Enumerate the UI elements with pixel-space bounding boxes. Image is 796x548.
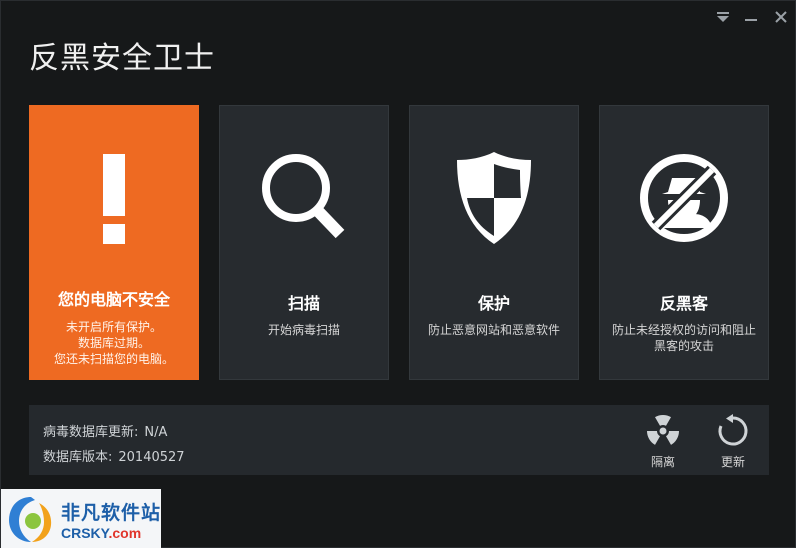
shield-icon (410, 148, 578, 248)
protect-title: 保护 (477, 294, 510, 313)
magnifier-icon (220, 148, 388, 248)
watermark-en-suffix: .com (108, 524, 142, 541)
scan-title: 扫描 (287, 294, 320, 313)
virus-db-update-value: N/A (144, 425, 168, 440)
anti-hacker-desc-line: 防止未经授权的访问和阻止 (611, 323, 756, 337)
protect-desc: 防止恶意网站和恶意软件 (420, 322, 568, 338)
update-button[interactable]: 更新 (711, 413, 755, 469)
update-label: 更新 (720, 455, 745, 469)
db-version-row: 数据库版本: 20140527 (43, 446, 185, 465)
status-desc-line: 数据库过期。 (77, 336, 150, 350)
close-icon (775, 11, 787, 23)
app-title: 反黑安全卫士 (29, 41, 215, 76)
status-title: 您的电脑不安全 (57, 290, 170, 309)
watermark-en: CRSKY.com (61, 525, 161, 541)
scan-desc: 开始病毒扫描 (230, 322, 378, 338)
virus-db-update-label: 病毒数据库更新: (43, 425, 139, 440)
anti-hacker-desc: 防止未经授权的访问和阻止 黑客的攻击 (610, 322, 758, 354)
scan-desc-line: 开始病毒扫描 (267, 323, 340, 337)
scan-tile[interactable]: 扫描 开始病毒扫描 (219, 105, 389, 380)
crsky-logo-icon (9, 497, 52, 542)
status-tile[interactable]: 您的电脑不安全 未开启所有保护。 数据库过期。 您还未扫描您的电脑。 (29, 105, 199, 380)
dropdown-triangle-icon (717, 12, 729, 22)
radiation-icon (641, 413, 685, 449)
status-desc: 未开启所有保护。 数据库过期。 您还未扫描您的电脑。 (40, 319, 188, 367)
database-info-bar: 病毒数据库更新: N/A 数据库版本: 20140527 隔离 更新 (29, 405, 769, 475)
close-button[interactable] (771, 7, 791, 27)
refresh-icon (711, 413, 755, 449)
minimize-button[interactable] (741, 7, 761, 27)
status-desc-line: 您还未扫描您的电脑。 (53, 352, 174, 366)
quarantine-button[interactable]: 隔离 (641, 413, 685, 469)
site-watermark: 非凡软件站 CRSKY.com (1, 489, 161, 548)
protect-desc-line: 防止恶意网站和恶意软件 (427, 323, 560, 337)
menu-dropdown-button[interactable] (713, 7, 733, 27)
exclamation-icon (30, 148, 198, 248)
anti-hacker-tile[interactable]: 反黑客 防止未经授权的访问和阻止 黑客的攻击 (599, 105, 769, 380)
anti-hacker-title: 反黑客 (659, 294, 708, 313)
quarantine-label: 隔离 (650, 455, 675, 469)
watermark-text: 非凡软件站 CRSKY.com (61, 498, 161, 541)
watermark-cn: 非凡软件站 (61, 501, 162, 524)
db-version-value: 20140527 (118, 450, 185, 465)
anti-hacker-desc-line: 黑客的攻击 (653, 339, 714, 353)
app-window: 反黑安全卫士 您的电脑不安全 未开启所有保护。 数据库过期。 您还未扫描您的电脑 (0, 0, 796, 548)
watermark-en-main: CRSKY (61, 524, 109, 541)
status-desc-line: 未开启所有保护。 (65, 320, 162, 334)
no-hacker-icon (600, 148, 768, 248)
protect-tile[interactable]: 保护 防止恶意网站和恶意软件 (409, 105, 579, 380)
minimize-icon (745, 19, 757, 21)
virus-db-update-row: 病毒数据库更新: N/A (43, 421, 167, 440)
db-version-label: 数据库版本: (43, 450, 113, 465)
